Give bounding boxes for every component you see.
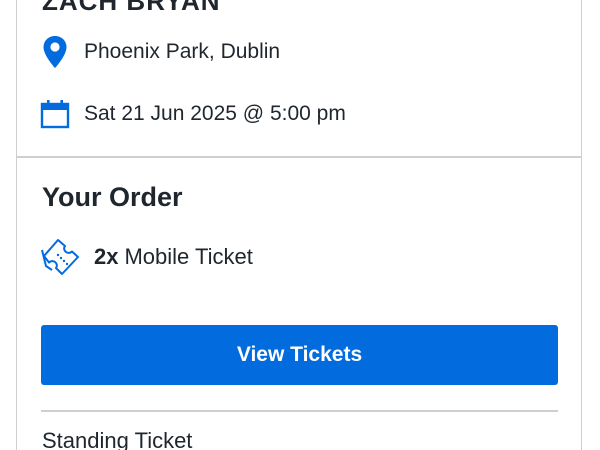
view-tickets-button[interactable]: View Tickets xyxy=(41,325,558,385)
ticket-quantity: 2x xyxy=(94,244,119,269)
date-row: Sat 21 Jun 2025 @ 5:00 pm xyxy=(40,97,346,131)
venue-row: Phoenix Park, Dublin xyxy=(40,35,280,69)
ticket-section-label: Standing Ticket xyxy=(42,428,193,450)
event-title: ZACH BRYAN xyxy=(42,0,221,16)
ticket-type: Mobile Ticket xyxy=(124,244,253,269)
calendar-icon xyxy=(40,97,70,131)
mobile-ticket-icon xyxy=(40,236,82,278)
event-datetime: Sat 21 Jun 2025 @ 5:00 pm xyxy=(84,102,346,125)
ticket-summary-row: 2x Mobile Ticket xyxy=(40,236,253,278)
venue-label: Phoenix Park, Dublin xyxy=(84,40,281,63)
ticket-divider xyxy=(41,410,558,412)
order-heading: Your Order xyxy=(42,182,183,212)
location-pin-icon xyxy=(40,35,70,69)
section-divider xyxy=(16,156,582,158)
order-details-page: ZACH BRYAN Phoenix Park, Dublin Sat 21 J… xyxy=(0,0,600,450)
